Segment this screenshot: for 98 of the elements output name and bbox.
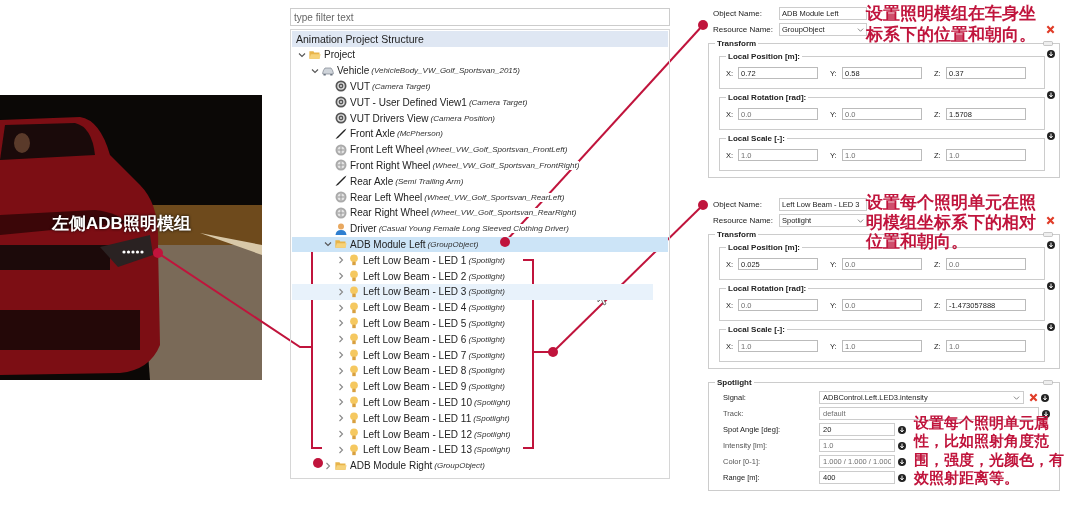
tree-item[interactable]: Left Low Beam - LED 3 (Spotlight) xyxy=(292,283,653,300)
tree-item[interactable]: Vehicle (VehicleBody_VW_Golf_Sportsvan_2015) xyxy=(292,62,668,79)
tree-item[interactable]: VUT - User Defined View1 (Camera Target) xyxy=(292,94,668,111)
tree-item-label: Vehicle xyxy=(337,65,370,77)
tree-item[interactable]: Left Low Beam - LED 8 (Spotlight) xyxy=(292,362,668,379)
tree-item-label: Left Low Beam - LED 12 xyxy=(363,428,472,440)
group-title: Spotlight xyxy=(716,378,753,387)
tree-item-label: Left Low Beam - LED 1 xyxy=(363,254,467,266)
tree-item[interactable]: Front Right Wheel (Wheel_VW_Golf_Sportsvan_FrontRight) xyxy=(292,157,668,174)
tree-item-type: (Wheel_VW_Golf_Sportsvan_FrontRight) xyxy=(432,160,580,170)
tree-item-label: Left Low Beam - LED 13 xyxy=(363,444,472,456)
tree-item-label: Front Axle xyxy=(350,128,396,140)
tree-item-type: (Spotlight) xyxy=(473,445,511,455)
tree-item-label: Left Low Beam - LED 5 xyxy=(363,317,467,329)
tree-item-label: VUT xyxy=(350,81,370,92)
tree-item-type: (Spotlight) xyxy=(468,318,505,328)
tree-item-label: Left Low Beam - LED 7 xyxy=(363,349,467,361)
group-title: Local Rotation [rad]: xyxy=(727,93,808,102)
tree-item-label: VUT - User Defined View1 xyxy=(350,96,467,108)
tree-item-label: Front Right Wheel xyxy=(350,159,431,171)
tree-item-type: (Camera Target) xyxy=(468,97,528,107)
annotation-text: 设置每个照明单元在照明模组坐标系下的相对位置和朝向。 xyxy=(866,193,1037,253)
tree-item-type: (Spotlight) xyxy=(473,429,511,439)
photo-caption: 左侧ADB照明模组 xyxy=(52,213,191,235)
tree-item[interactable]: Driver (Casual Young Female Long Sleeved Clothing Driver) xyxy=(292,220,668,237)
tree-item[interactable]: Left Low Beam - LED 4 (Spotlight) xyxy=(292,299,668,316)
tree-item[interactable]: Front Left Wheel (Wheel_VW_Golf_Sportsvan_FrontLeft) xyxy=(292,141,668,158)
tree-item[interactable]: Left Low Beam - LED 11 (Spotlight) xyxy=(292,410,668,427)
tree-item-label: Front Left Wheel xyxy=(350,144,424,156)
tree-item-type: (Wheel_VW_Golf_Sportsvan_FrontLeft) xyxy=(425,145,568,155)
tree-item-label: Project xyxy=(324,49,356,61)
annotation-text: 设置照明模组在车身坐标系下的位置和朝向。 xyxy=(866,4,1037,46)
tree-item-label: Rear Axle xyxy=(350,175,394,187)
tree-item-type: (McPherson) xyxy=(397,129,443,139)
tree-item[interactable]: Left Low Beam - LED 10 (Spotlight) xyxy=(292,394,668,411)
tree-item-type: (Spotlight) xyxy=(468,334,505,344)
tree-item-type: (Spotlight) xyxy=(468,255,505,265)
tree-item[interactable]: VUT Drivers View (Camera Position) xyxy=(292,110,668,126)
tree-item-type: (Spotlight) xyxy=(468,271,505,281)
tree-item-type: (Semi Trailing Arm) xyxy=(395,176,464,186)
group-title: Local Scale [-]: xyxy=(727,134,786,143)
tree-item-label: Left Low Beam - LED 3 xyxy=(363,286,467,298)
tree-item[interactable]: Left Low Beam - LED 5 (Spotlight) xyxy=(292,315,668,332)
tree-item-label: Left Low Beam - LED 6 xyxy=(363,333,467,345)
tree-item-type: (GroupObject) xyxy=(427,239,479,249)
tree-header: Animation Project Structure xyxy=(292,31,668,47)
tree-item-label: Left Low Beam - LED 4 xyxy=(363,302,467,314)
tree-item-label: Left Low Beam - LED 9 xyxy=(363,381,467,393)
tree-item-label: Left Low Beam - LED 8 xyxy=(363,365,467,377)
tree-item-type: (Spotlight) xyxy=(468,287,505,297)
field-label: Resource Name: xyxy=(712,25,775,34)
tree-item-type: (Camera Position) xyxy=(430,113,495,123)
tree-item[interactable]: Left Low Beam - LED 6 (Spotlight) xyxy=(292,331,668,348)
tree-item-type: (Wheel_VW_Golf_Sportsvan_RearLeft) xyxy=(424,192,565,202)
tree-item-type: (Spotlight) xyxy=(468,303,505,313)
field-label: Object Name: xyxy=(712,9,763,18)
group-title: Transform xyxy=(716,39,758,48)
tree-item-label: VUT Drivers View xyxy=(350,112,429,124)
tree-item-type: (VehicleBody_VW_Golf_Sportsvan_2015) xyxy=(371,66,520,76)
filter-field[interactable]: type filter text xyxy=(290,8,670,26)
tree-item[interactable]: Left Low Beam - LED 12 (Spotlight) xyxy=(292,426,668,442)
tree-item-type: (Spotlight) xyxy=(468,382,505,392)
tree-item-label: Left Low Beam - LED 2 xyxy=(363,270,467,282)
tree-item[interactable]: Left Low Beam - LED 2 (Spotlight) xyxy=(292,268,668,284)
tree-item-type: (GroupObject) xyxy=(434,461,485,471)
tree-item[interactable]: Left Low Beam - LED 1 (Spotlight) xyxy=(292,252,668,269)
group-title: Transform xyxy=(716,230,758,239)
tree-item-type: (Spotlight) xyxy=(468,366,505,376)
tree-item-type: (Camera Target) xyxy=(372,82,431,91)
tree-item[interactable]: Rear Left Wheel (Wheel_VW_Golf_Sportsvan_RearLeft) xyxy=(292,189,668,205)
tree-item[interactable]: Rear Axle (Semi Trailing Arm) xyxy=(292,173,668,190)
tree-item[interactable]: Front Axle (McPherson) xyxy=(292,126,668,142)
group-title: Local Position [m]: xyxy=(727,52,801,61)
tree-item[interactable]: Rear Right Wheel (Wheel_VW_Golf_Sportsvan_RearRight) xyxy=(292,204,668,221)
tree-item-label: Left Low Beam - LED 11 xyxy=(363,412,472,424)
tree-item[interactable]: Left Low Beam - LED 9 (Spotlight) xyxy=(292,378,668,395)
tree-item[interactable]: Project xyxy=(292,47,668,63)
tree-item-type: (Wheel_VW_Golf_Sportsvan_RearRight) xyxy=(430,208,577,218)
group-title: Local Position [m]: xyxy=(727,243,801,252)
group-title: Local Scale [-]: xyxy=(727,325,786,334)
tree-item-label: Rear Right Wheel xyxy=(350,207,429,219)
tree-item[interactable]: ADB Module Right (GroupObject) xyxy=(292,457,668,474)
tree-item-type: (Casual Young Female Long Sleeved Clothing Driver) xyxy=(378,224,569,234)
tree-item-label: Driver xyxy=(350,223,377,235)
tree-item[interactable]: ADB Module Left (GroupObject) xyxy=(292,236,668,253)
tree-item-type: (Spotlight) xyxy=(468,350,505,360)
tree-item-label: Left Low Beam - LED 10 xyxy=(363,396,472,408)
field-label: Object Name: xyxy=(712,200,763,209)
tree-item[interactable]: Left Low Beam - LED 13 (Spotlight) xyxy=(292,441,668,458)
tree-item[interactable]: Left Low Beam - LED 7 (Spotlight) xyxy=(292,347,668,363)
group-title: Local Rotation [rad]: xyxy=(727,284,808,293)
tree-item-label: ADB Module Left xyxy=(350,238,426,250)
field-label: Resource Name: xyxy=(712,216,775,225)
tree-item-type: (Spotlight) xyxy=(473,413,510,423)
tree-item-label: Rear Left Wheel xyxy=(350,191,423,203)
tree-item[interactable]: VUT (Camera Target) xyxy=(292,78,668,95)
tree-item-label: ADB Module Right xyxy=(350,460,433,472)
tree-item-type: (Spotlight) xyxy=(473,397,511,407)
